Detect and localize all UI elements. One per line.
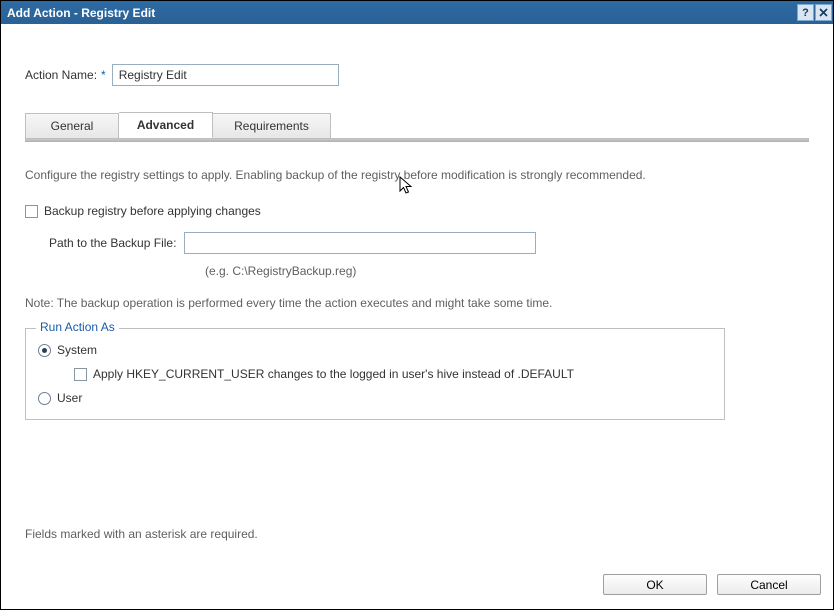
advanced-panel: Configure the registry settings to apply… (25, 142, 809, 420)
backup-path-row: Path to the Backup File: (49, 232, 809, 254)
button-bar: OK Cancel (603, 574, 821, 595)
action-name-row: Action Name: * (25, 64, 809, 86)
close-button[interactable] (815, 4, 832, 21)
required-fields-note: Fields marked with an asterisk are requi… (25, 527, 258, 541)
action-name-input[interactable] (112, 64, 339, 86)
backup-path-input[interactable] (184, 232, 536, 254)
run-as-fieldset: Run Action As System Apply HKEY_CURRENT_… (25, 328, 725, 420)
apply-hkcu-label: Apply HKEY_CURRENT_USER changes to the l… (93, 367, 574, 381)
window-title: Add Action - Registry Edit (7, 6, 796, 20)
help-button[interactable]: ? (797, 4, 814, 21)
ok-button[interactable]: OK (603, 574, 707, 595)
run-as-system-row: System (38, 343, 712, 357)
run-as-system-label: System (57, 343, 97, 357)
backup-checkbox-label: Backup registry before applying changes (44, 204, 261, 218)
run-as-system-radio[interactable] (38, 344, 51, 357)
cancel-button[interactable]: Cancel (717, 574, 821, 595)
dialog-add-action: Add Action - Registry Edit ? Action Name… (0, 0, 834, 610)
required-asterisk: * (101, 68, 106, 82)
tab-requirements[interactable]: Requirements (213, 113, 331, 138)
backup-path-label: Path to the Backup File: (49, 236, 176, 250)
run-as-user-row: User (38, 391, 712, 405)
run-as-user-radio[interactable] (38, 392, 51, 405)
tab-general[interactable]: General (25, 113, 119, 138)
panel-description: Configure the registry settings to apply… (25, 168, 809, 182)
backup-path-hint: (e.g. C:\RegistryBackup.reg) (205, 264, 809, 278)
apply-hkcu-row: Apply HKEY_CURRENT_USER changes to the l… (74, 367, 712, 381)
run-as-legend: Run Action As (36, 320, 119, 334)
apply-hkcu-checkbox[interactable] (74, 368, 87, 381)
dialog-content: Action Name: * General Advanced Requirem… (1, 24, 833, 609)
tab-advanced[interactable]: Advanced (119, 112, 213, 138)
titlebar: Add Action - Registry Edit ? (1, 1, 833, 24)
backup-note: Note: The backup operation is performed … (25, 296, 809, 310)
backup-checkbox-row: Backup registry before applying changes (25, 204, 809, 218)
action-name-label: Action Name: (25, 68, 97, 82)
run-as-user-label: User (57, 391, 82, 405)
backup-checkbox[interactable] (25, 205, 38, 218)
tab-bar: General Advanced Requirements (25, 112, 809, 142)
